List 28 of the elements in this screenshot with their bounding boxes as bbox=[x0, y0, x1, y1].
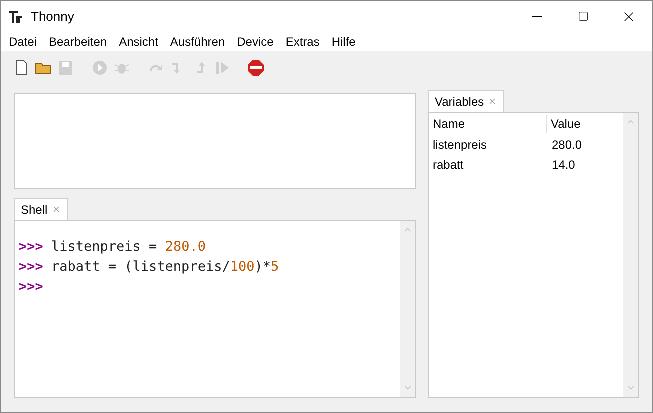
variable-name: listenpreis bbox=[432, 137, 488, 154]
shell-line: >>> listenpreis = 280.0 bbox=[19, 238, 206, 257]
close-icon[interactable] bbox=[52, 205, 61, 214]
menu-item[interactable]: Device bbox=[231, 32, 280, 50]
variable-value: 280.0 bbox=[551, 137, 582, 154]
variable-value: 14.0 bbox=[551, 157, 576, 174]
maximize-icon bbox=[578, 11, 588, 22]
window-title: Thonny bbox=[31, 8, 74, 26]
column-header[interactable]: Name bbox=[429, 115, 547, 133]
column-header[interactable]: Value bbox=[547, 115, 581, 133]
shell-line: >>> bbox=[19, 278, 44, 297]
menu-item[interactable]: Datei bbox=[3, 32, 44, 50]
minimize-icon bbox=[532, 16, 542, 17]
shell-line: >>> rabatt = (listenpreis/100)*5 bbox=[19, 258, 280, 277]
panel-tab[interactable]: Variables bbox=[428, 90, 504, 112]
scrollbar[interactable] bbox=[400, 221, 415, 397]
close-icon[interactable] bbox=[488, 97, 498, 106]
variable-name: rabatt bbox=[432, 157, 465, 174]
scrollbar[interactable] bbox=[623, 113, 638, 397]
stop-sign-icon[interactable] bbox=[247, 59, 265, 77]
menu-item[interactable]: Bearbeiten bbox=[43, 32, 114, 50]
panel-tab[interactable]: Shell bbox=[14, 198, 68, 220]
menu-item[interactable]: Extras bbox=[280, 32, 326, 50]
menu-item[interactable]: Hilfe bbox=[326, 32, 362, 50]
app-logo-icon bbox=[9, 10, 23, 24]
menu-item[interactable]: Ausführen bbox=[164, 32, 232, 50]
editor-area[interactable] bbox=[14, 93, 416, 189]
menu-item[interactable]: Ansicht bbox=[113, 32, 164, 50]
